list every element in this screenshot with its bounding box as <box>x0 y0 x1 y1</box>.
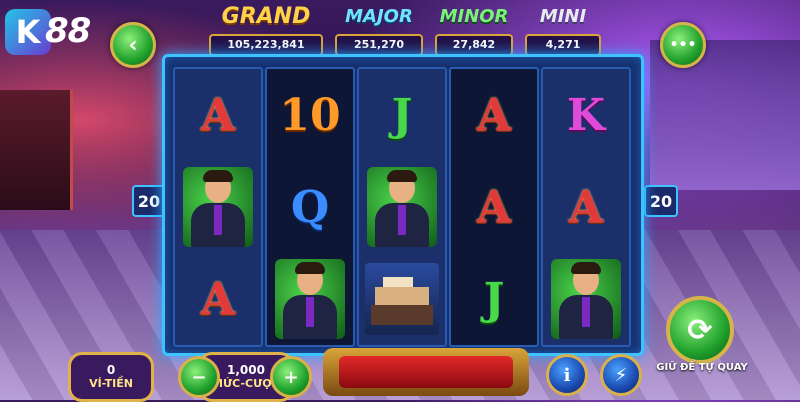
jackpot-grand: GRAND 105,223,841 <box>205 4 327 56</box>
turbo-button[interactable]: ⚡ <box>600 354 642 396</box>
menu-button[interactable]: ••• <box>660 22 706 68</box>
symbol-a: A <box>200 89 236 141</box>
paylines-right-badge: 20 <box>644 185 678 217</box>
bet-decrease-button[interactable]: − <box>178 356 220 398</box>
symbol-a: A <box>476 181 512 233</box>
plus-icon: + <box>283 366 299 388</box>
reel-4-cell-2: A <box>451 161 537 253</box>
wallet-label: VÍ-TIỀN <box>89 377 133 390</box>
back-button[interactable]: ‹ <box>110 22 156 68</box>
man-symbol-icon <box>551 259 621 339</box>
paylines-left-badge: 20 <box>132 185 166 217</box>
refresh-icon: ⟳ <box>687 312 713 348</box>
minus-icon: − <box>191 366 207 388</box>
man-symbol-icon <box>367 167 437 247</box>
jackpot-major-value: 251,270 <box>335 34 423 56</box>
wallet-value: 0 <box>106 363 116 377</box>
symbol-10: 10 <box>279 89 341 141</box>
reel-2-cell-1: 10 <box>267 69 353 161</box>
jackpot-minor: MINOR 27,842 <box>431 4 517 56</box>
symbol-a: A <box>200 273 236 325</box>
reel-4: AAJ <box>449 67 539 347</box>
reel-1-cell-3: A <box>175 253 261 345</box>
reel-2: 10 Q <box>265 67 355 347</box>
background-bar <box>0 90 73 210</box>
bet-value: 1,000 <box>227 363 265 377</box>
more-icon: ••• <box>669 37 697 53</box>
jackpot-minor-value: 27,842 <box>435 34 513 56</box>
autospin-button[interactable]: ⟳ <box>666 296 734 364</box>
jackpot-minor-title: MINOR <box>439 6 509 27</box>
wallet-panel: 0 VÍ-TIỀN <box>68 352 154 402</box>
reel-5-cell-3 <box>543 253 629 345</box>
jackpot-bar: GRAND 105,223,841 MAJOR 251,270 MINOR 27… <box>205 4 605 56</box>
symbol-j: J <box>391 89 413 141</box>
bet-increase-button[interactable]: + <box>270 356 312 398</box>
reel-5: KA <box>541 67 631 347</box>
lightning-icon: ⚡ <box>614 364 628 386</box>
reel-3-cell-1: J <box>359 69 445 161</box>
reel-5-cell-2: A <box>543 161 629 253</box>
reel-3: J <box>357 67 447 347</box>
info-button[interactable]: i <box>546 354 588 396</box>
symbol-j: J <box>483 273 505 325</box>
jackpot-mini: MINI 4,271 <box>521 4 605 56</box>
man-symbol-icon <box>275 259 345 339</box>
jackpot-grand-value: 105,223,841 <box>209 34 323 56</box>
jackpot-mini-title: MINI <box>539 6 587 27</box>
reel-1-cell-2 <box>175 161 261 253</box>
reel-2-cell-3 <box>267 253 353 345</box>
reel-3-cell-3 <box>359 253 445 345</box>
jackpot-mini-value: 4,271 <box>525 34 601 56</box>
symbol-a: A <box>568 181 604 233</box>
man-symbol-icon <box>183 167 253 247</box>
reel-1: AA <box>173 67 263 347</box>
jackpot-major: MAJOR 251,270 <box>331 4 427 56</box>
symbol-a: A <box>476 89 512 141</box>
reel-2-cell-2: Q <box>267 161 353 253</box>
spin-bar-inner <box>339 356 513 388</box>
reel-5-cell-1: K <box>543 69 629 161</box>
reel-4-cell-1: A <box>451 69 537 161</box>
jackpot-major-title: MAJOR <box>345 6 413 27</box>
info-icon: i <box>563 364 571 386</box>
chevron-left-icon: ‹ <box>128 32 138 58</box>
reel-1-cell-1: A <box>175 69 261 161</box>
mansion-symbol-icon <box>365 263 439 335</box>
reel-4-cell-3: J <box>451 253 537 345</box>
reel-frame: A A 10 Q J A A J K A <box>162 54 644 356</box>
brand-logo: K 88 <box>5 5 110 59</box>
jackpot-grand-title: GRAND <box>221 4 311 29</box>
reel-3-cell-2 <box>359 161 445 253</box>
logo-text: 88 <box>45 11 91 51</box>
spin-bar[interactable] <box>323 348 529 396</box>
symbol-q: Q <box>290 181 330 233</box>
autospin-label: GIỮ ĐỂ TỰ QUAY <box>656 362 748 373</box>
symbol-k: K <box>566 89 606 141</box>
